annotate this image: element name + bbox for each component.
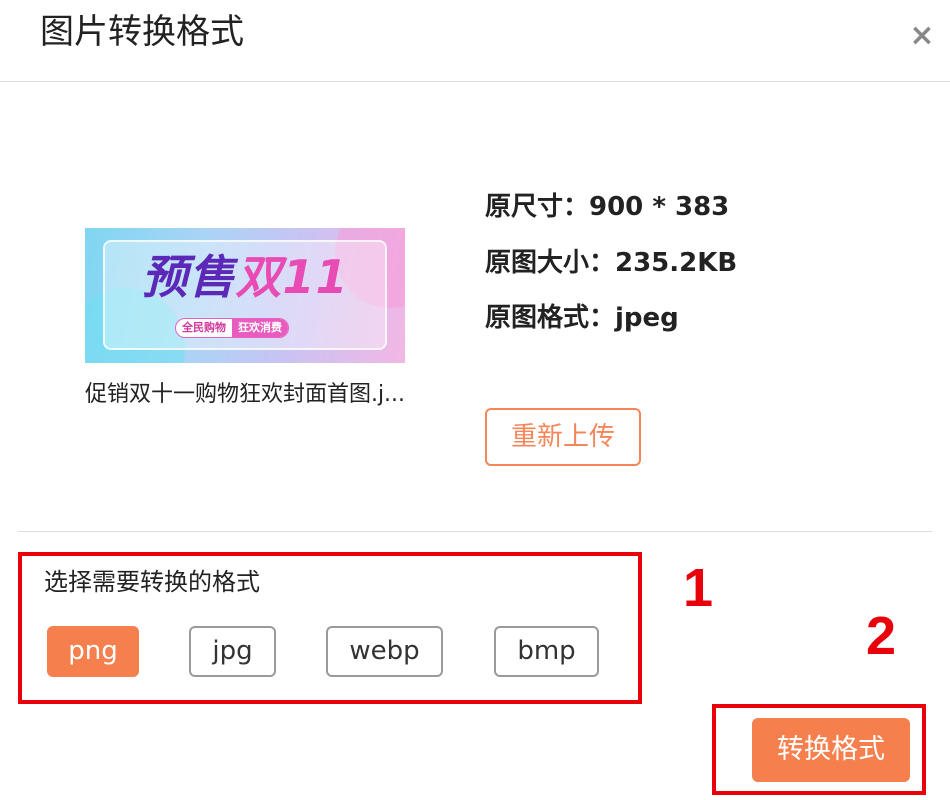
format-option-webp[interactable]: webp	[326, 626, 443, 677]
dialog-title: 图片转换格式	[40, 12, 244, 52]
section-divider	[18, 531, 932, 532]
format-option-png[interactable]: png	[47, 626, 139, 677]
original-dimensions: 原尺寸：900 * 383	[485, 192, 730, 222]
annotation-marker-2: 2	[866, 606, 897, 666]
thumbnail-headline: 预售双11	[141, 250, 349, 304]
annotation-marker-1: 1	[683, 558, 714, 618]
reupload-button[interactable]: 重新上传	[485, 408, 641, 466]
convert-format-dialog: 图片转换格式 × 预售双11 全民购物 狂欢消费 促销双十一购物狂欢封面首图.j…	[0, 0, 950, 800]
image-filename: 促销双十一购物狂欢封面首图.j...	[84, 382, 406, 407]
format-option-jpg[interactable]: jpg	[189, 626, 276, 677]
thumbnail-tag: 全民购物 狂欢消费	[175, 318, 289, 338]
original-format: 原图格式：jpeg	[485, 303, 679, 333]
format-option-bmp[interactable]: bmp	[494, 626, 599, 677]
original-filesize: 原图大小：235.2KB	[485, 248, 738, 278]
format-select-label: 选择需要转换的格式	[44, 568, 260, 596]
dialog-header: 图片转换格式 ×	[0, 0, 950, 82]
close-icon[interactable]: ×	[902, 16, 942, 56]
image-thumbnail: 预售双11 全民购物 狂欢消费	[85, 228, 405, 363]
convert-format-button[interactable]: 转换格式	[752, 718, 910, 782]
